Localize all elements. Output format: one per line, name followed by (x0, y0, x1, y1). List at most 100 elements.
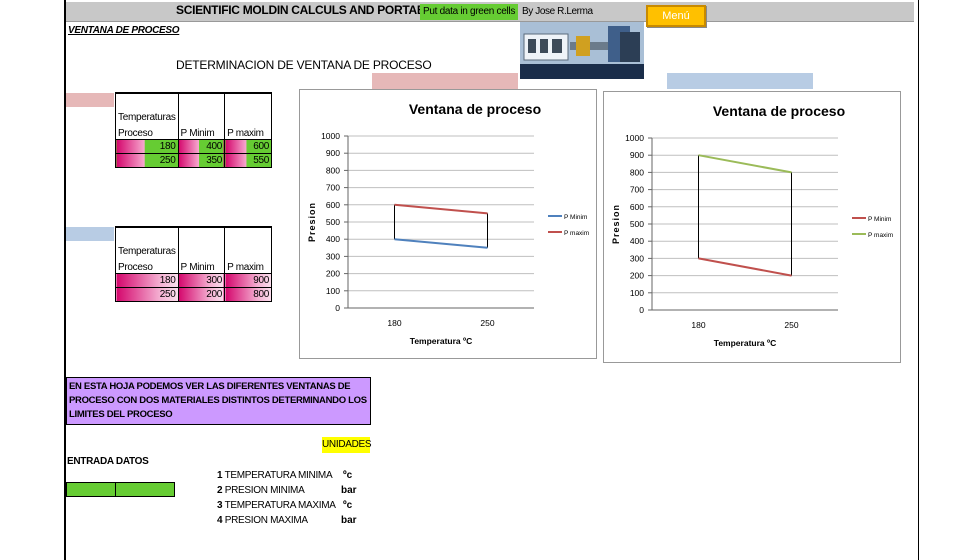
param-row: 1 TEMPERATURA MINIMA (217, 470, 333, 481)
table-row: 180 300 900 (115, 272, 272, 288)
x-tick-label: 180 (691, 320, 705, 330)
param-num: 2 (217, 485, 223, 496)
param-label: TEMPERATURA MINIMA (224, 470, 333, 481)
y-axis-label: Presion (611, 204, 621, 244)
param-num: 4 (217, 515, 223, 526)
table-header-temp: Temperaturas (115, 92, 179, 123)
series-line-p-minim (698, 257, 792, 277)
y-tick-label: 500 (326, 217, 340, 227)
header-text: Temperaturas (118, 112, 176, 123)
legend-label: P maxim (868, 232, 893, 239)
y-tick-label: 900 (326, 148, 340, 158)
cell-temp[interactable]: 180 (115, 138, 179, 154)
pink-marker (372, 73, 518, 89)
unidades-label: UNIDADES (322, 437, 372, 453)
param-label: TEMPERATURA MAXIMA (224, 500, 336, 511)
chart-1[interactable]: Ventana de proceso 0 100 200 300 400 500 600 700… (299, 89, 597, 359)
legend-label: P maxim (564, 230, 589, 237)
table-header-proceso: Proceso (115, 257, 179, 274)
blue-marker (667, 73, 813, 89)
cell-pmax[interactable]: 600 (224, 138, 272, 154)
y-tick-label: 1000 (321, 131, 340, 141)
y-tick-label: 800 (326, 165, 340, 175)
info-box: EN ESTA HOJA PODEMOS VER LAS DIFERENTES … (66, 377, 371, 425)
param-num: 1 (217, 470, 223, 481)
y-tick-label: 0 (335, 303, 340, 313)
cell-temp[interactable]: 250 (115, 152, 179, 168)
chart-2-svg: Ventana de proceso 0 100 200 300 400 500 600 700… (611, 103, 893, 348)
blue-marker-left (66, 227, 114, 241)
cell-temp[interactable]: 180 (115, 272, 179, 288)
injection-machine-image (520, 22, 644, 79)
x-axis-label: Temperatura ºC (714, 338, 776, 348)
y-tick-label: 700 (630, 185, 644, 195)
series-line-p-maxim (698, 154, 792, 174)
section-heading: DETERMINACION DE VENTANA DE PROCESO (176, 58, 432, 72)
table-header-pmax: P maxim (224, 226, 272, 273)
y-tick-label: 500 (630, 219, 644, 229)
y-tick-label: 100 (326, 286, 340, 296)
cell-pmin[interactable]: 300 (177, 272, 226, 288)
table-header-pmax: P maxim (224, 92, 272, 139)
input-cell-1[interactable] (66, 482, 116, 497)
param-row: 3 TEMPERATURA MAXIMA (217, 500, 336, 511)
cell-pmax[interactable]: 800 (224, 286, 272, 302)
legend-label: P Minim (564, 214, 587, 221)
param-row: 2 PRESION MINIMA (217, 485, 305, 496)
ventana-label: VENTANA DE PROCESO (68, 25, 180, 36)
y-tick-label: 800 (630, 167, 644, 177)
chart-1-svg: Ventana de proceso 0 100 200 300 400 500 600 700… (307, 101, 589, 346)
y-tick-label: 200 (326, 269, 340, 279)
cell-pmax[interactable]: 550 (224, 152, 272, 168)
input-cell-2[interactable] (115, 482, 175, 497)
header-text: Temperaturas (118, 246, 176, 257)
series-line-p-maxim (394, 203, 488, 215)
y-tick-label: 600 (326, 200, 340, 210)
unit-label: bar (341, 515, 357, 526)
series-line-p-minim (394, 238, 488, 249)
table-row: 250 200 800 (115, 286, 272, 302)
menu-button[interactable]: Menú (646, 5, 706, 27)
param-label: PRESION MAXIMA (224, 515, 308, 526)
cell-temp[interactable]: 250 (115, 286, 179, 302)
cell-pmax[interactable]: 900 (224, 272, 272, 288)
app-title: SCIENTIFIC MOLDIN CALCULS AND PORTABILIT… (176, 3, 454, 17)
cell-pmin[interactable]: 400 (177, 138, 226, 154)
cell-pmin[interactable]: 200 (177, 286, 226, 302)
cell-pmin[interactable]: 350 (177, 152, 226, 168)
x-tick-label: 250 (480, 318, 494, 328)
table-row: 180 400 600 (115, 138, 272, 154)
legend-label: P Minim (868, 216, 891, 223)
y-tick-label: 400 (326, 234, 340, 244)
chart-2[interactable]: Ventana de proceso 0 100 200 300 400 500 600 700… (603, 91, 901, 363)
data-table-1: Temperaturas P Minim P maxim Proceso 180… (115, 92, 272, 168)
table-row: 250 350 550 (115, 152, 272, 168)
param-row: 4 PRESION MAXIMA (217, 515, 308, 526)
y-tick-label: 300 (630, 253, 644, 263)
y-tick-label: 1000 (625, 133, 644, 143)
y-tick-label: 300 (326, 251, 340, 261)
param-label: PRESION MINIMA (224, 485, 305, 496)
y-tick-label: 700 (326, 183, 340, 193)
table-header-temp: Temperaturas (115, 226, 179, 257)
y-tick-label: 100 (630, 288, 644, 298)
unit-label: ºc (343, 470, 353, 481)
x-tick-label: 180 (387, 318, 401, 328)
unit-label: bar (341, 485, 357, 496)
unit-label: ºc (343, 500, 353, 511)
data-table-2: Temperaturas P Minim P maxim Proceso 180… (115, 226, 272, 302)
y-tick-label: 200 (630, 271, 644, 281)
chart-title: Ventana de proceso (409, 101, 541, 117)
pink-marker-left (66, 93, 114, 107)
param-num: 3 (217, 500, 223, 511)
entrada-label: ENTRADA DATOS (67, 456, 149, 467)
y-tick-label: 0 (639, 305, 644, 315)
table-header-proceso: Proceso (115, 123, 179, 140)
y-tick-label: 900 (630, 150, 644, 160)
y-tick-label: 400 (630, 236, 644, 246)
table-header-pmin: P Minim (177, 92, 226, 139)
x-tick-label: 250 (784, 320, 798, 330)
y-tick-label: 600 (630, 202, 644, 212)
green-cells-hint: Put data in green cells (420, 4, 518, 20)
author-label: By Jose R.Lerma (522, 6, 593, 17)
